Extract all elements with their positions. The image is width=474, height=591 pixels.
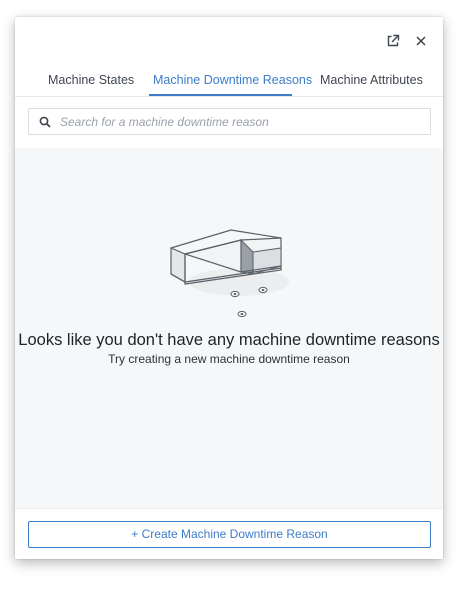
close-icon[interactable] (413, 33, 429, 49)
tab-bar: Machine States Machine Downtime Reasons … (15, 67, 443, 97)
empty-box-illustration (170, 229, 289, 318)
header-actions (385, 33, 429, 49)
create-downtime-reason-button[interactable]: + Create Machine Downtime Reason (28, 521, 431, 548)
empty-state-area: Looks like you don't have any machine do… (15, 148, 443, 508)
search-box (28, 108, 431, 135)
search-icon (39, 116, 51, 128)
tab-machine-attributes[interactable]: Machine Attributes (320, 73, 423, 87)
external-link-icon[interactable] (385, 33, 401, 49)
tab-machine-states[interactable]: Machine States (48, 73, 134, 87)
empty-state-title: Looks like you don't have any machine do… (18, 331, 440, 349)
empty-state-subtitle: Try creating a new machine downtime reas… (108, 352, 350, 366)
downtime-reasons-panel: Machine States Machine Downtime Reasons … (15, 17, 443, 559)
active-tab-indicator (149, 94, 292, 96)
search-input[interactable] (58, 113, 422, 130)
panel-footer: + Create Machine Downtime Reason (15, 508, 443, 559)
tab-machine-downtime-reasons[interactable]: Machine Downtime Reasons (153, 73, 312, 87)
